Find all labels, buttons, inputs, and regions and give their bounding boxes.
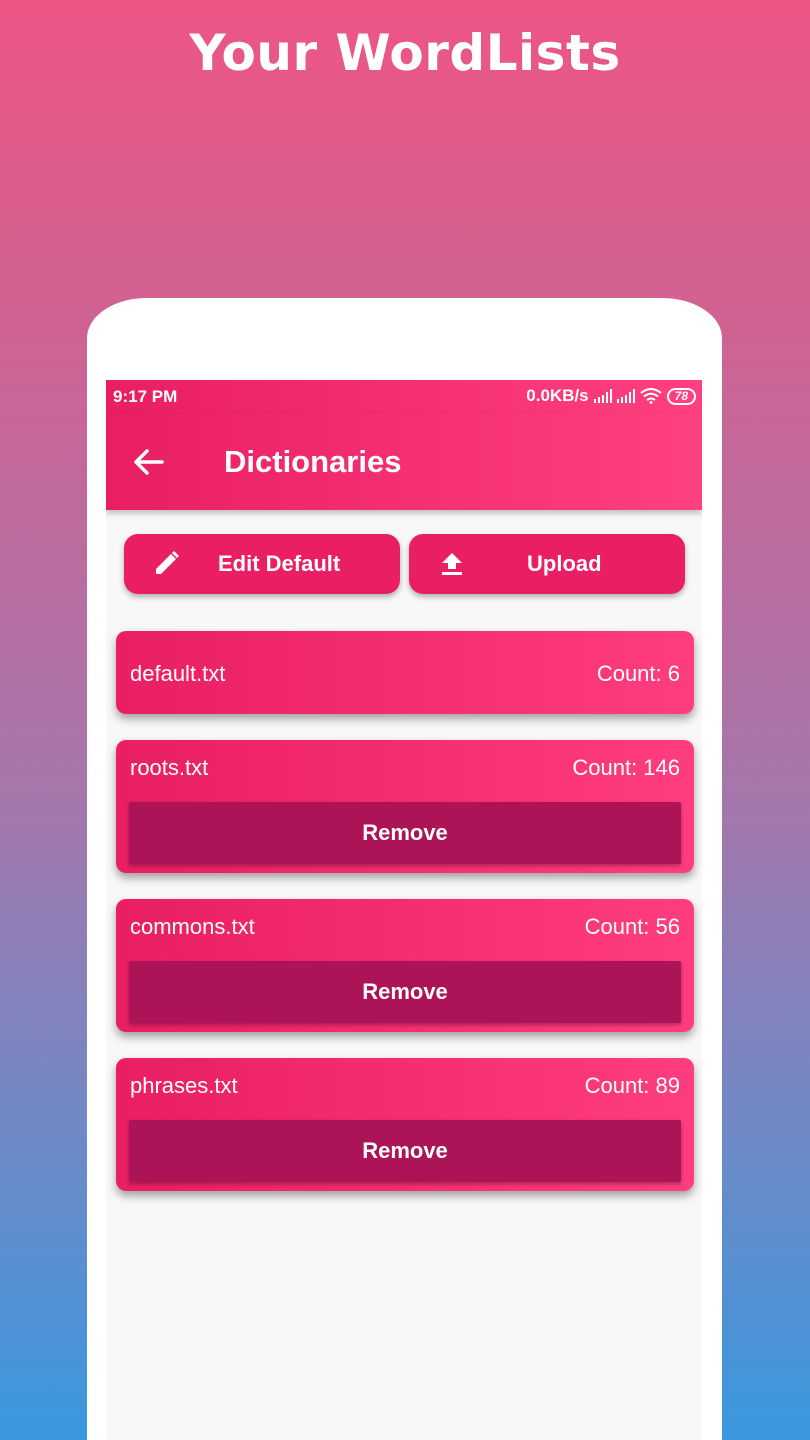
app-screen: 9:17 PM 0.0KB/s 78 Dictionaries Edit Def…: [106, 380, 702, 1440]
dictionary-name: commons.txt: [130, 914, 255, 939]
dictionary-name: phrases.txt: [130, 1073, 238, 1098]
status-time: 9:17 PM: [113, 387, 178, 406]
remove-button[interactable]: Remove: [129, 802, 681, 864]
dictionary-card: roots.txt Count: 146 Remove: [116, 740, 694, 873]
remove-button[interactable]: Remove: [129, 961, 681, 1023]
edit-default-button[interactable]: Edit Default: [124, 534, 400, 594]
upload-button[interactable]: Upload: [409, 534, 685, 594]
dictionary-name: default.txt: [130, 661, 226, 686]
arrow-left-icon[interactable]: [132, 446, 166, 478]
upload-icon: [442, 553, 462, 575]
dictionary-card: phrases.txt Count: 89 Remove: [116, 1058, 694, 1191]
status-bar: 9:17 PM 0.0KB/s 78: [106, 380, 702, 414]
dictionary-list: default.txt Count: 6 roots.txt Count: 14…: [116, 631, 694, 1217]
page-title: Dictionaries: [224, 444, 402, 479]
edit-default-label: Edit Default: [218, 551, 341, 576]
dictionary-count: Count: 6: [596, 661, 680, 686]
app-bar: Dictionaries: [106, 414, 702, 510]
upload-label: Upload: [527, 551, 602, 576]
dictionary-card[interactable]: default.txt Count: 6: [116, 631, 694, 714]
network-speed: 0.0KB/s: [526, 386, 589, 405]
dictionary-count: Count: 89: [584, 1073, 680, 1098]
remove-button[interactable]: Remove: [129, 1120, 681, 1182]
pencil-icon: [156, 550, 180, 574]
dictionary-name: roots.txt: [130, 755, 209, 780]
wifi-icon: [640, 388, 662, 404]
battery-indicator: 78: [666, 387, 696, 405]
promo-title: Your WordLists: [189, 24, 621, 82]
status-indicators: 0.0KB/s 78: [526, 386, 696, 406]
signal-icon: [616, 389, 635, 403]
dictionary-card: commons.txt Count: 56 Remove: [116, 899, 694, 1032]
dictionary-count: Count: 146: [572, 755, 680, 780]
dictionary-count: Count: 56: [584, 914, 680, 939]
signal-icon: [593, 389, 612, 403]
